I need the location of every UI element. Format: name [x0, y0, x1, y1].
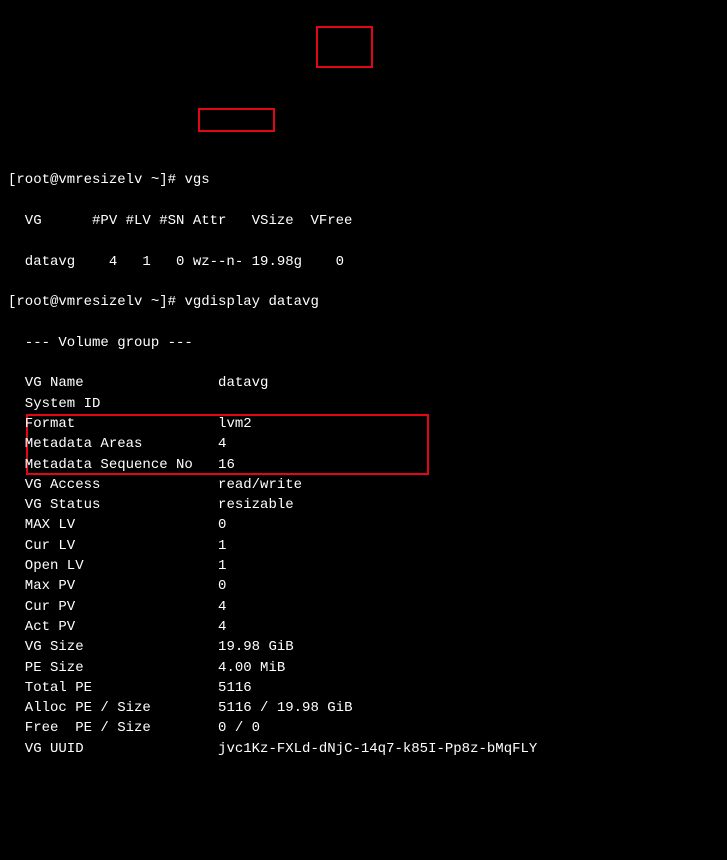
vgdisplay-row: Open LV 1	[8, 556, 727, 576]
row-label: Alloc PE / Size	[8, 700, 218, 716]
row-label: VG Name	[8, 375, 218, 391]
vgdisplay-row: Alloc PE / Size 5116 / 19.98 GiB	[8, 698, 727, 718]
row-value: datavg	[218, 375, 268, 391]
vgdisplay-row: Metadata Sequence No 16	[8, 455, 727, 475]
vgs-row: datavg 4 1 0 wz--n- 19.98g 0	[8, 252, 727, 272]
row-label: Total PE	[8, 680, 218, 696]
vgs-header: VG #PV #LV #SN Attr VSize VFree	[8, 211, 727, 231]
row-value: 0	[218, 578, 226, 594]
row-label: Act PV	[8, 619, 218, 635]
row-label: VG Size	[8, 639, 218, 655]
shell-prompt: [root@vmresizelv ~]#	[8, 294, 184, 310]
row-label: Open LV	[8, 558, 218, 574]
vgdisplay-row: Metadata Areas 4	[8, 434, 727, 454]
vgdisplay-row: VG Size 19.98 GiB	[8, 637, 727, 657]
highlight-vgname-value	[198, 108, 275, 132]
row-value: read/write	[218, 477, 302, 493]
vgdisplay-row: PE Size 4.00 MiB	[8, 658, 727, 678]
vgdisplay-row: VG Status resizable	[8, 495, 727, 515]
row-value: 0	[218, 517, 226, 533]
row-label: VG Status	[8, 497, 218, 513]
vgdisplay-header: --- Volume group ---	[8, 333, 727, 353]
vgdisplay-row: VG UUID jvc1Kz-FXLd-dNjC-14q7-k85I-Pp8z-…	[8, 739, 727, 759]
row-label: MAX LV	[8, 517, 218, 533]
row-value: 4	[218, 599, 226, 615]
vgdisplay-row: Act PV 4	[8, 617, 727, 637]
row-value: 0 / 0	[218, 720, 260, 736]
vgdisplay-row: Cur PV 4	[8, 597, 727, 617]
row-label: VG UUID	[8, 741, 218, 757]
row-value: resizable	[218, 497, 294, 513]
vgdisplay-row: VG Name datavg	[8, 373, 727, 393]
row-label: PE Size	[8, 660, 218, 676]
row-value: 16	[218, 457, 235, 473]
row-value: 4	[218, 436, 226, 452]
row-value: 4.00 MiB	[218, 660, 285, 676]
vgdisplay-row: Format lvm2	[8, 414, 727, 434]
vgdisplay-row: MAX LV 0	[8, 515, 727, 535]
vgdisplay-row: VG Access read/write	[8, 475, 727, 495]
row-label: Cur PV	[8, 599, 218, 615]
command-vgdisplay: vgdisplay datavg	[184, 294, 318, 310]
row-label: Metadata Areas	[8, 436, 218, 452]
highlight-vfree	[316, 26, 373, 68]
vgdisplay-row: Max PV 0	[8, 576, 727, 596]
row-label: Format	[8, 416, 218, 432]
shell-prompt: [root@vmresizelv ~]#	[8, 172, 184, 188]
row-value: 1	[218, 558, 226, 574]
prompt-line-1: [root@vmresizelv ~]# vgs	[8, 170, 727, 190]
row-value: 5116	[218, 680, 252, 696]
row-value: 1	[218, 538, 226, 554]
prompt-line-2: [root@vmresizelv ~]# vgdisplay datavg	[8, 292, 727, 312]
row-label: Max PV	[8, 578, 218, 594]
row-label: Cur LV	[8, 538, 218, 554]
row-label: Free PE / Size	[8, 720, 218, 736]
row-value: jvc1Kz-FXLd-dNjC-14q7-k85I-Pp8z-bMqFLY	[218, 741, 537, 757]
row-value: 5116 / 19.98 GiB	[218, 700, 352, 716]
vgdisplay-row: Free PE / Size 0 / 0	[8, 718, 727, 738]
row-label: System ID	[8, 396, 218, 412]
row-label: VG Access	[8, 477, 218, 493]
row-label: Metadata Sequence No	[8, 457, 218, 473]
command-vgs: vgs	[184, 172, 209, 188]
row-value: lvm2	[218, 416, 252, 432]
vgdisplay-row: System ID	[8, 394, 727, 414]
row-value: 4	[218, 619, 226, 635]
vgdisplay-row: Cur LV 1	[8, 536, 727, 556]
row-value: 19.98 GiB	[218, 639, 294, 655]
vgdisplay-row: Total PE 5116	[8, 678, 727, 698]
